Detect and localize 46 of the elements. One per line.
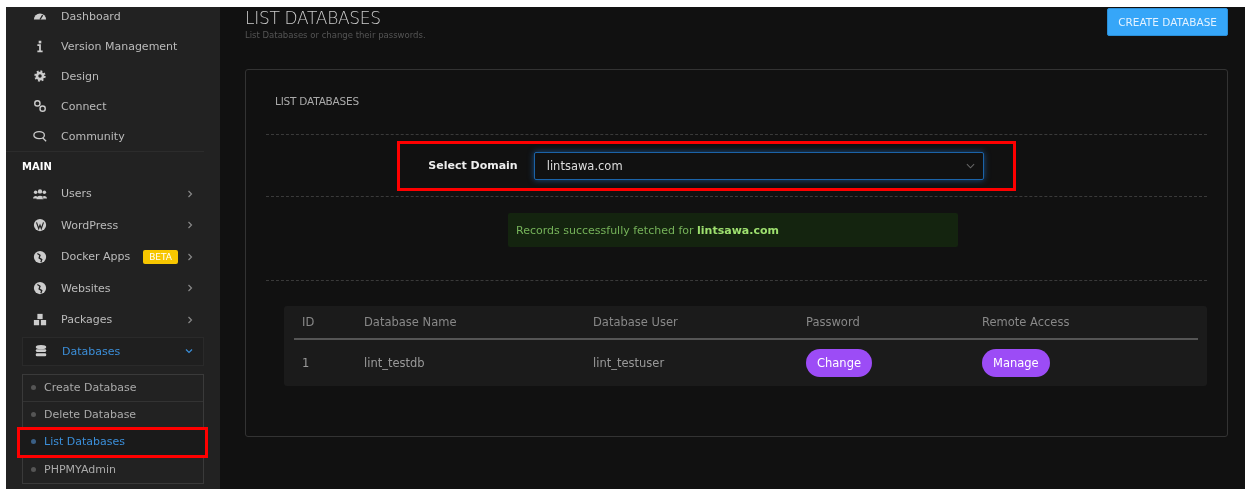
chevron-right-icon xyxy=(186,189,194,198)
sidebar-item[interactable]: Docker Apps BETA xyxy=(22,241,204,273)
change-password-button[interactable]: Change xyxy=(806,349,873,377)
beta-badge: BETA xyxy=(143,249,178,264)
sidebar-item[interactable]: Databases xyxy=(22,336,204,366)
chevron-right-icon xyxy=(186,315,194,324)
section-heading: MAIN xyxy=(6,151,204,178)
chevron-down-icon xyxy=(185,347,193,355)
column-header: Remote Access xyxy=(974,306,1198,339)
sidebar-item[interactable]: Users xyxy=(22,178,204,210)
manage-remote-access-button[interactable]: Manage xyxy=(982,349,1050,377)
users-icon xyxy=(33,186,47,201)
link-icon xyxy=(33,99,47,113)
submenu-item[interactable]: List Databases xyxy=(19,428,206,456)
table-cell: 1 xyxy=(294,339,356,386)
sidebar-item[interactable]: Connect xyxy=(6,91,220,121)
submenu-item[interactable]: Create Database xyxy=(23,374,203,402)
chevron-right-icon xyxy=(186,221,194,230)
sidebar-item[interactable]: Community xyxy=(6,121,220,151)
submenu-item[interactable]: PHPMYAdmin xyxy=(23,455,203,483)
database-icon xyxy=(34,344,48,358)
page-title: LIST DATABASES xyxy=(245,7,382,29)
card-title: LIST DATABASES xyxy=(274,94,360,109)
sidebar-item[interactable]: Websites xyxy=(22,272,204,304)
column-header: Database Name xyxy=(356,306,585,339)
sidebar-item[interactable]: Dashboard xyxy=(6,7,220,31)
table-cell: lint_testdb xyxy=(356,339,585,386)
chevron-right-icon xyxy=(186,252,194,261)
circle-w-icon xyxy=(33,218,47,233)
sidebar-item[interactable]: Version Management xyxy=(6,31,220,61)
table-cell: lint_testuser xyxy=(585,339,798,386)
column-header: Password xyxy=(798,306,974,339)
sidebar-item[interactable]: WordPress xyxy=(22,209,204,241)
field-label: Select Domain xyxy=(428,159,518,172)
column-header: ID xyxy=(294,306,356,339)
chevron-right-icon xyxy=(186,284,194,293)
sidebar-item[interactable]: Design xyxy=(6,61,220,91)
chevron-down-icon xyxy=(965,162,975,169)
cubes-icon xyxy=(33,312,47,327)
column-header: Database User xyxy=(585,306,798,339)
domain-select[interactable]: lintsawa.com xyxy=(533,151,984,180)
globe-icon xyxy=(33,249,47,264)
success-alert: Records successfully fetched for lintsawa.com xyxy=(508,213,958,247)
sidebar-item[interactable]: Packages xyxy=(22,304,204,336)
globe-icon xyxy=(33,281,47,296)
settings-icon xyxy=(33,69,47,83)
